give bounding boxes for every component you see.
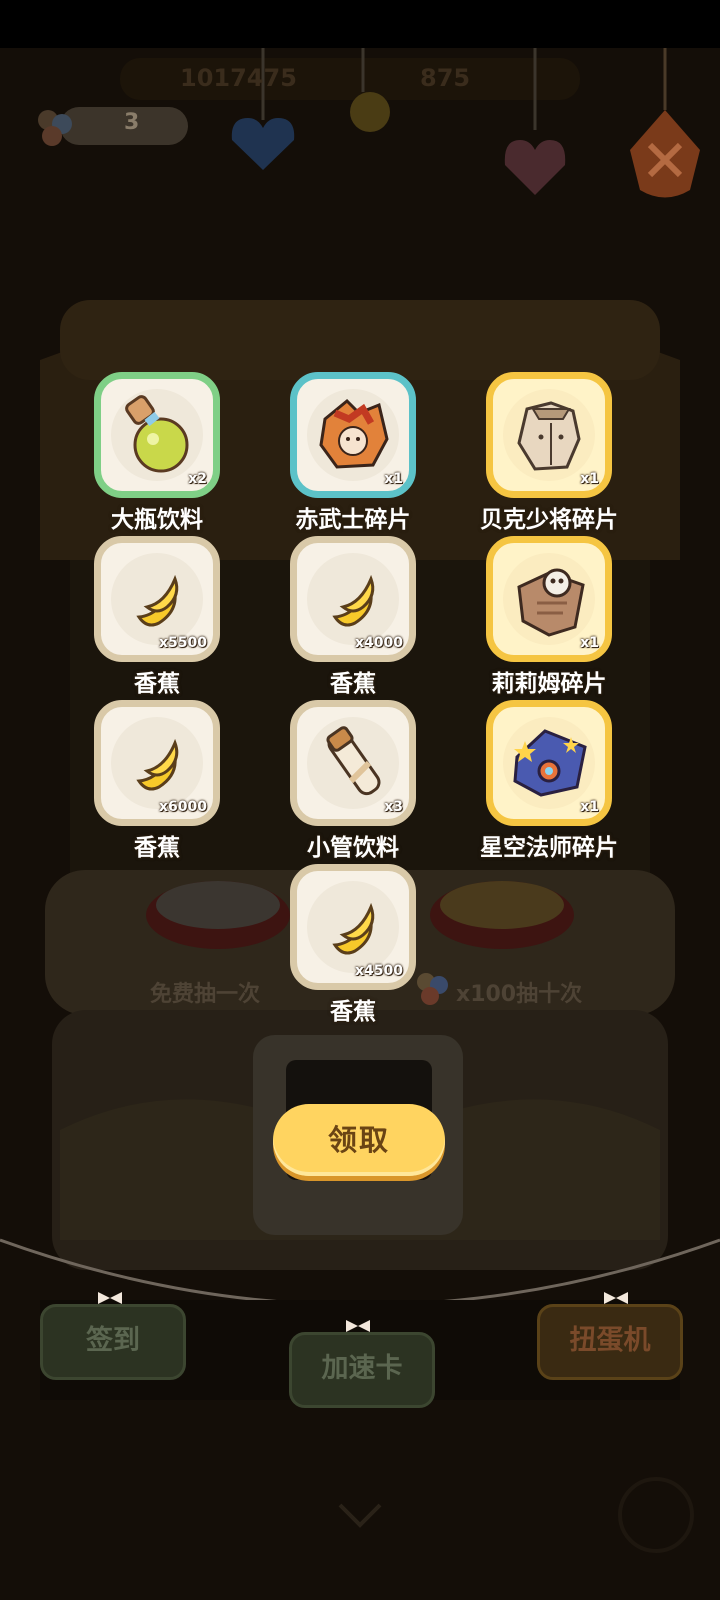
reward-item: x1 星空法师碎片 bbox=[456, 700, 636, 861]
claim-button[interactable]: 领取 bbox=[273, 1104, 445, 1176]
capsule-ticket-icon bbox=[32, 104, 76, 150]
reward-qty: x6000 bbox=[159, 799, 207, 815]
reward-qty: x2 bbox=[188, 471, 207, 487]
currency-2-value: 875 bbox=[420, 64, 471, 92]
reward-qty: x4000 bbox=[355, 635, 403, 651]
reward-name: 星空法师碎片 bbox=[480, 835, 618, 861]
checkin-label: 签到 bbox=[86, 1325, 140, 1356]
reward-name: 贝克少将碎片 bbox=[480, 507, 618, 533]
reward-card: x4000 bbox=[290, 536, 416, 662]
speedup-card-button[interactable]: 加速卡 bbox=[289, 1332, 435, 1408]
reward-name: 香蕉 bbox=[330, 671, 376, 697]
reward-card: x5500 bbox=[94, 536, 220, 662]
reward-item: x4000 香蕉 bbox=[260, 536, 440, 697]
reward-item: x1 莉莉姆碎片 bbox=[456, 536, 636, 697]
reward-name: 香蕉 bbox=[330, 999, 376, 1025]
reward-name: 香蕉 bbox=[134, 671, 180, 697]
reward-name: 小管饮料 bbox=[307, 835, 399, 861]
gacha-label: 扭蛋机 bbox=[569, 1325, 651, 1356]
ticket-counter: 3 bbox=[32, 104, 188, 150]
reward-card: x3 bbox=[290, 700, 416, 826]
reward-item: x3 小管饮料 bbox=[260, 700, 440, 861]
reward-card: x2 bbox=[94, 372, 220, 498]
reward-item: x1 贝克少将碎片 bbox=[456, 372, 636, 533]
checkin-button[interactable]: 签到 bbox=[40, 1304, 186, 1380]
reward-name: 大瓶饮料 bbox=[111, 507, 203, 533]
ten-draw-label: x100抽十次 bbox=[456, 982, 583, 1007]
reward-qty: x1 bbox=[580, 471, 599, 487]
reward-card: x1 bbox=[486, 536, 612, 662]
reward-item: x4500 香蕉 bbox=[260, 864, 440, 1025]
reward-card: x6000 bbox=[94, 700, 220, 826]
reward-card: x1 bbox=[290, 372, 416, 498]
reward-name: 莉莉姆碎片 bbox=[491, 671, 607, 697]
reward-qty: x3 bbox=[384, 799, 403, 815]
reward-item: x2 大瓶饮料 bbox=[64, 372, 244, 533]
reward-item: x1 赤武士碎片 bbox=[260, 372, 440, 533]
reward-qty: x5500 bbox=[159, 635, 207, 651]
reward-name: 赤武士碎片 bbox=[295, 507, 411, 533]
reward-card: x1 bbox=[486, 700, 612, 826]
reward-qty: x4500 bbox=[355, 963, 403, 979]
reward-item: x5500 香蕉 bbox=[64, 536, 244, 697]
reward-qty: x1 bbox=[384, 471, 403, 487]
ticket-count: 3 bbox=[124, 110, 140, 135]
speedup-label: 加速卡 bbox=[321, 1353, 403, 1384]
reward-qty: x1 bbox=[580, 799, 599, 815]
reward-name: 香蕉 bbox=[134, 835, 180, 861]
reward-qty: x1 bbox=[580, 635, 599, 651]
reward-card: x1 bbox=[486, 372, 612, 498]
reward-card: x4500 bbox=[290, 864, 416, 990]
currency-1-value: 1017475 bbox=[180, 64, 297, 92]
reward-item: x6000 香蕉 bbox=[64, 700, 244, 861]
free-draw-label: 免费抽一次 bbox=[150, 982, 261, 1007]
gacha-machine-button[interactable]: 扭蛋机 bbox=[537, 1304, 683, 1380]
